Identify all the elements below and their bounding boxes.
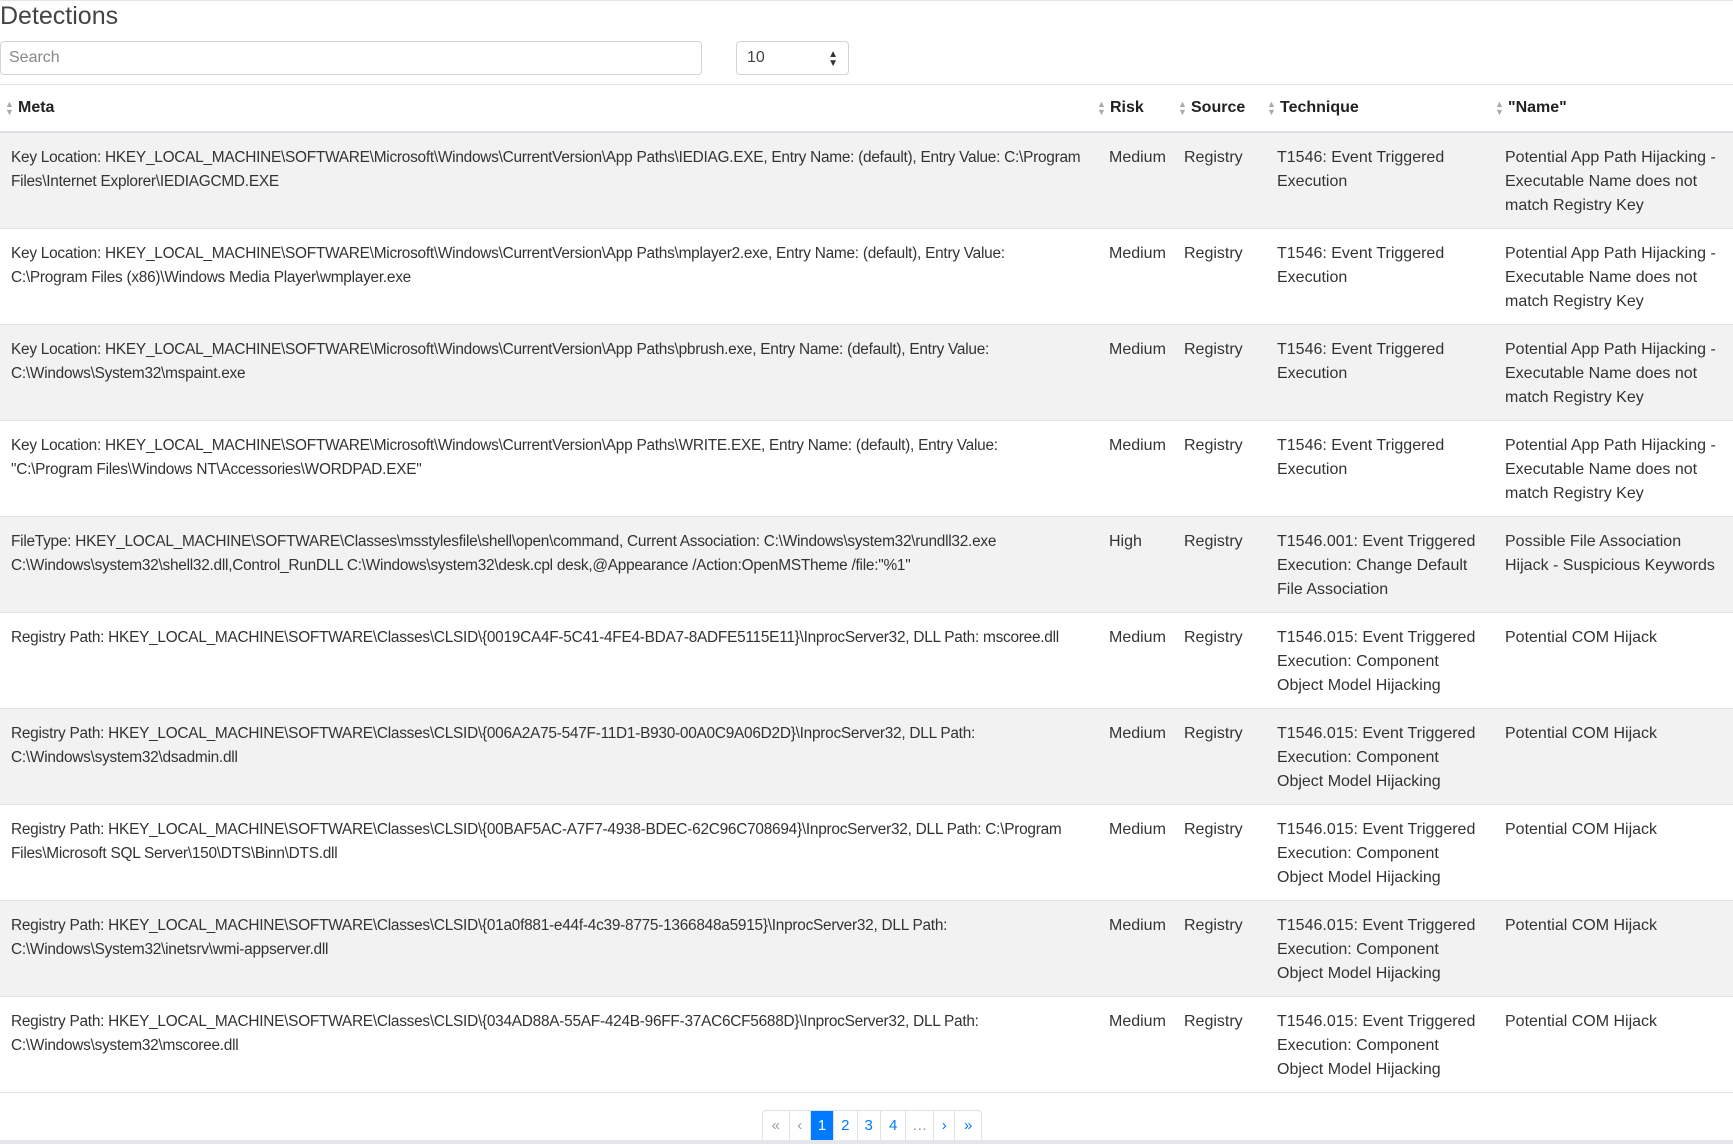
cell-meta: Registry Path: HKEY_LOCAL_MACHINE\SOFTWA… — [0, 708, 1097, 805]
cell-name: Potential App Path Hijacking - Executabl… — [1495, 420, 1733, 517]
cell-meta: Registry Path: HKEY_LOCAL_MACHINE\SOFTWA… — [0, 996, 1097, 1093]
cell-source: Registry — [1178, 324, 1267, 421]
cell-risk: Medium — [1097, 324, 1178, 421]
first-page-button[interactable]: « — [763, 1111, 790, 1141]
table-row[interactable]: Key Location: HKEY_LOCAL_MACHINE\SOFTWAR… — [0, 420, 1733, 517]
page-title: Detections — [0, 2, 119, 30]
page-1-button[interactable]: 1 — [810, 1111, 835, 1141]
cell-name: Potential App Path Hijacking - Executabl… — [1495, 228, 1733, 325]
cell-name: Potential App Path Hijacking - Executabl… — [1495, 132, 1733, 229]
table-header-row: ▲ ▼ Meta ▲ ▼ Risk ▲ ▼ Source ▲ ▼ Technique ▲ ▼ "Na… — [0, 85, 1733, 133]
table-row[interactable]: Registry Path: HKEY_LOCAL_MACHINE\SOFTWA… — [0, 804, 1733, 901]
cell-name: Potential COM Hijack — [1495, 900, 1733, 997]
table-row[interactable]: Key Location: HKEY_LOCAL_MACHINE\SOFTWAR… — [0, 132, 1733, 229]
cell-technique: T1546: Event Triggered Execution — [1267, 420, 1495, 517]
sort-arrows-icon: ▲ ▼ — [1267, 98, 1276, 117]
cell-source: Registry — [1178, 996, 1267, 1093]
cell-source: Registry — [1178, 228, 1267, 325]
page-4-button[interactable]: 4 — [881, 1111, 907, 1141]
cell-source: Registry — [1178, 900, 1267, 997]
column-header-meta[interactable]: ▲ ▼ Meta — [0, 85, 1097, 133]
table-row[interactable]: Key Location: HKEY_LOCAL_MACHINE\SOFTWAR… — [0, 324, 1733, 421]
cell-meta: Key Location: HKEY_LOCAL_MACHINE\SOFTWAR… — [0, 132, 1097, 229]
sort-arrows-icon: ▲ ▼ — [1097, 98, 1106, 117]
cell-meta: Key Location: HKEY_LOCAL_MACHINE\SOFTWAR… — [0, 228, 1097, 325]
table-row[interactable]: Registry Path: HKEY_LOCAL_MACHINE\SOFTWA… — [0, 900, 1733, 997]
column-header-name[interactable]: ▲ ▼ "Name" — [1495, 85, 1733, 133]
cell-technique: T1546: Event Triggered Execution — [1267, 324, 1495, 421]
cell-source: Registry — [1178, 516, 1267, 613]
cell-technique: T1546.015: Event Triggered Execution: Co… — [1267, 900, 1495, 997]
pagination: «‹ 1 2 3 4… ›» — [762, 1110, 982, 1142]
ellipsis-page-button[interactable]: … — [906, 1111, 935, 1141]
cell-technique: T1546: Event Triggered Execution — [1267, 228, 1495, 325]
page-3-button[interactable]: 3 — [858, 1111, 881, 1141]
cell-technique: T1546.001: Event Triggered Execution: Ch… — [1267, 516, 1495, 613]
cell-technique: T1546: Event Triggered Execution — [1267, 132, 1495, 229]
cell-risk: Medium — [1097, 900, 1178, 997]
cell-meta: Key Location: HKEY_LOCAL_MACHINE\SOFTWAR… — [0, 420, 1097, 517]
cell-name: Potential COM Hijack — [1495, 612, 1733, 709]
cell-meta: Registry Path: HKEY_LOCAL_MACHINE\SOFTWA… — [0, 804, 1097, 901]
table-row[interactable]: Registry Path: HKEY_LOCAL_MACHINE\SOFTWA… — [0, 612, 1733, 709]
cell-source: Registry — [1178, 708, 1267, 805]
cell-name: Potential COM Hijack — [1495, 996, 1733, 1093]
cell-risk: Medium — [1097, 132, 1178, 229]
cell-meta: Registry Path: HKEY_LOCAL_MACHINE\SOFTWA… — [0, 612, 1097, 709]
cell-risk: Medium — [1097, 708, 1178, 805]
table-row[interactable]: Key Location: HKEY_LOCAL_MACHINE\SOFTWAR… — [0, 228, 1733, 325]
cell-risk: High — [1097, 516, 1178, 613]
cell-technique: T1546.015: Event Triggered Execution: Co… — [1267, 708, 1495, 805]
table-row[interactable]: Registry Path: HKEY_LOCAL_MACHINE\SOFTWA… — [0, 996, 1733, 1093]
page-2-button[interactable]: 2 — [834, 1111, 858, 1141]
last-page-button[interactable]: » — [955, 1111, 981, 1141]
next-page-button[interactable]: › — [934, 1111, 956, 1141]
cell-name: Potential COM Hijack — [1495, 708, 1733, 805]
column-header-risk[interactable]: ▲ ▼ Risk — [1097, 85, 1178, 133]
cell-name: Potential App Path Hijacking - Executabl… — [1495, 324, 1733, 421]
sort-arrows-icon: ▲ ▼ — [5, 98, 14, 117]
cell-meta: FileType: HKEY_LOCAL_MACHINE\SOFTWARE\Cl… — [0, 516, 1097, 613]
bottom-bar — [0, 1140, 1733, 1144]
table-row[interactable]: FileType: HKEY_LOCAL_MACHINE\SOFTWARE\Cl… — [0, 516, 1733, 613]
column-header-source[interactable]: ▲ ▼ Source — [1178, 85, 1267, 133]
top-divider — [0, 0, 1733, 1]
cell-risk: Medium — [1097, 804, 1178, 901]
cell-risk: Medium — [1097, 996, 1178, 1093]
cell-name: Potential COM Hijack — [1495, 804, 1733, 901]
cell-source: Registry — [1178, 612, 1267, 709]
cell-meta: Key Location: HKEY_LOCAL_MACHINE\SOFTWAR… — [0, 324, 1097, 421]
search-input[interactable] — [0, 41, 702, 75]
cell-technique: T1546.015: Event Triggered Execution: Co… — [1267, 612, 1495, 709]
cell-meta: Registry Path: HKEY_LOCAL_MACHINE\SOFTWA… — [0, 900, 1097, 997]
page-size-select[interactable]: 10 ▲ ▼ — [736, 41, 849, 75]
sort-arrows-icon: ▲ ▼ — [1495, 98, 1504, 117]
cell-technique: T1546.015: Event Triggered Execution: Co… — [1267, 996, 1495, 1093]
cell-risk: Medium — [1097, 228, 1178, 325]
table-row[interactable]: Registry Path: HKEY_LOCAL_MACHINE\SOFTWA… — [0, 708, 1733, 805]
cell-risk: Medium — [1097, 420, 1178, 517]
cell-source: Registry — [1178, 420, 1267, 517]
cell-source: Registry — [1178, 804, 1267, 901]
select-arrows-icon: ▲ ▼ — [828, 49, 838, 69]
prev-page-button[interactable]: ‹ — [790, 1111, 811, 1141]
cell-name: Possible File Association Hijack - Suspi… — [1495, 516, 1733, 613]
column-header-technique[interactable]: ▲ ▼ Technique — [1267, 85, 1495, 133]
cell-risk: Medium — [1097, 612, 1178, 709]
sort-arrows-icon: ▲ ▼ — [1178, 98, 1187, 117]
cell-technique: T1546.015: Event Triggered Execution: Co… — [1267, 804, 1495, 901]
detections-table: ▲ ▼ Meta ▲ ▼ Risk ▲ ▼ Source ▲ ▼ Technique ▲ ▼ "Na… — [0, 85, 1733, 1093]
cell-source: Registry — [1178, 132, 1267, 229]
page-size-value: 10 — [747, 49, 765, 66]
